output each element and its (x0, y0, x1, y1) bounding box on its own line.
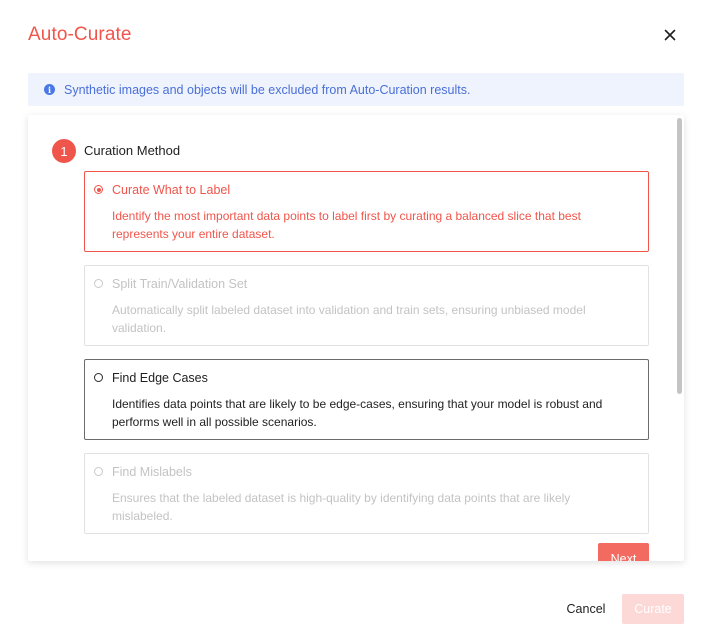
option-find-edge-cases[interactable]: Find Edge Cases Identifies data points t… (84, 359, 649, 440)
close-icon (664, 29, 676, 41)
option-title: Find Edge Cases (112, 371, 208, 385)
option-split-train-validation[interactable]: Split Train/Validation Set Automatically… (84, 265, 649, 346)
option-title: Find Mislabels (112, 465, 192, 479)
option-description: Identifies data points that are likely t… (112, 397, 603, 429)
option-title: Split Train/Validation Set (112, 277, 248, 291)
option-find-mislabels[interactable]: Find Mislabels Ensures that the labeled … (84, 453, 649, 534)
radio-disabled[interactable] (94, 279, 103, 288)
radio-selected[interactable] (94, 185, 103, 194)
option-description: Identify the most important data points … (112, 209, 581, 241)
option-curate-what-to-label[interactable]: Curate What to Label Identify the most i… (84, 171, 649, 252)
curate-button[interactable]: Curate (622, 594, 684, 624)
cancel-button[interactable]: Cancel (559, 594, 613, 624)
radio-unselected[interactable] (94, 373, 103, 382)
close-button[interactable] (660, 25, 680, 45)
option-description: Automatically split labeled dataset into… (112, 303, 586, 335)
option-title: Curate What to Label (112, 183, 231, 197)
step-number-badge: 1 (52, 139, 76, 163)
info-icon: i (44, 84, 55, 95)
radio-disabled[interactable] (94, 467, 103, 476)
option-description: Ensures that the labeled dataset is high… (112, 491, 571, 523)
panel-scrollbar[interactable] (677, 118, 682, 394)
dialog-title: Auto-Curate (28, 24, 132, 45)
info-banner-text: Synthetic images and objects will be exc… (64, 82, 471, 97)
curation-method-panel: 1 Curation Method Curate What to Label I… (28, 115, 684, 561)
info-banner: i Synthetic images and objects will be e… (28, 73, 684, 106)
step-label: Curation Method (84, 143, 181, 158)
next-button[interactable]: Next (598, 543, 649, 561)
